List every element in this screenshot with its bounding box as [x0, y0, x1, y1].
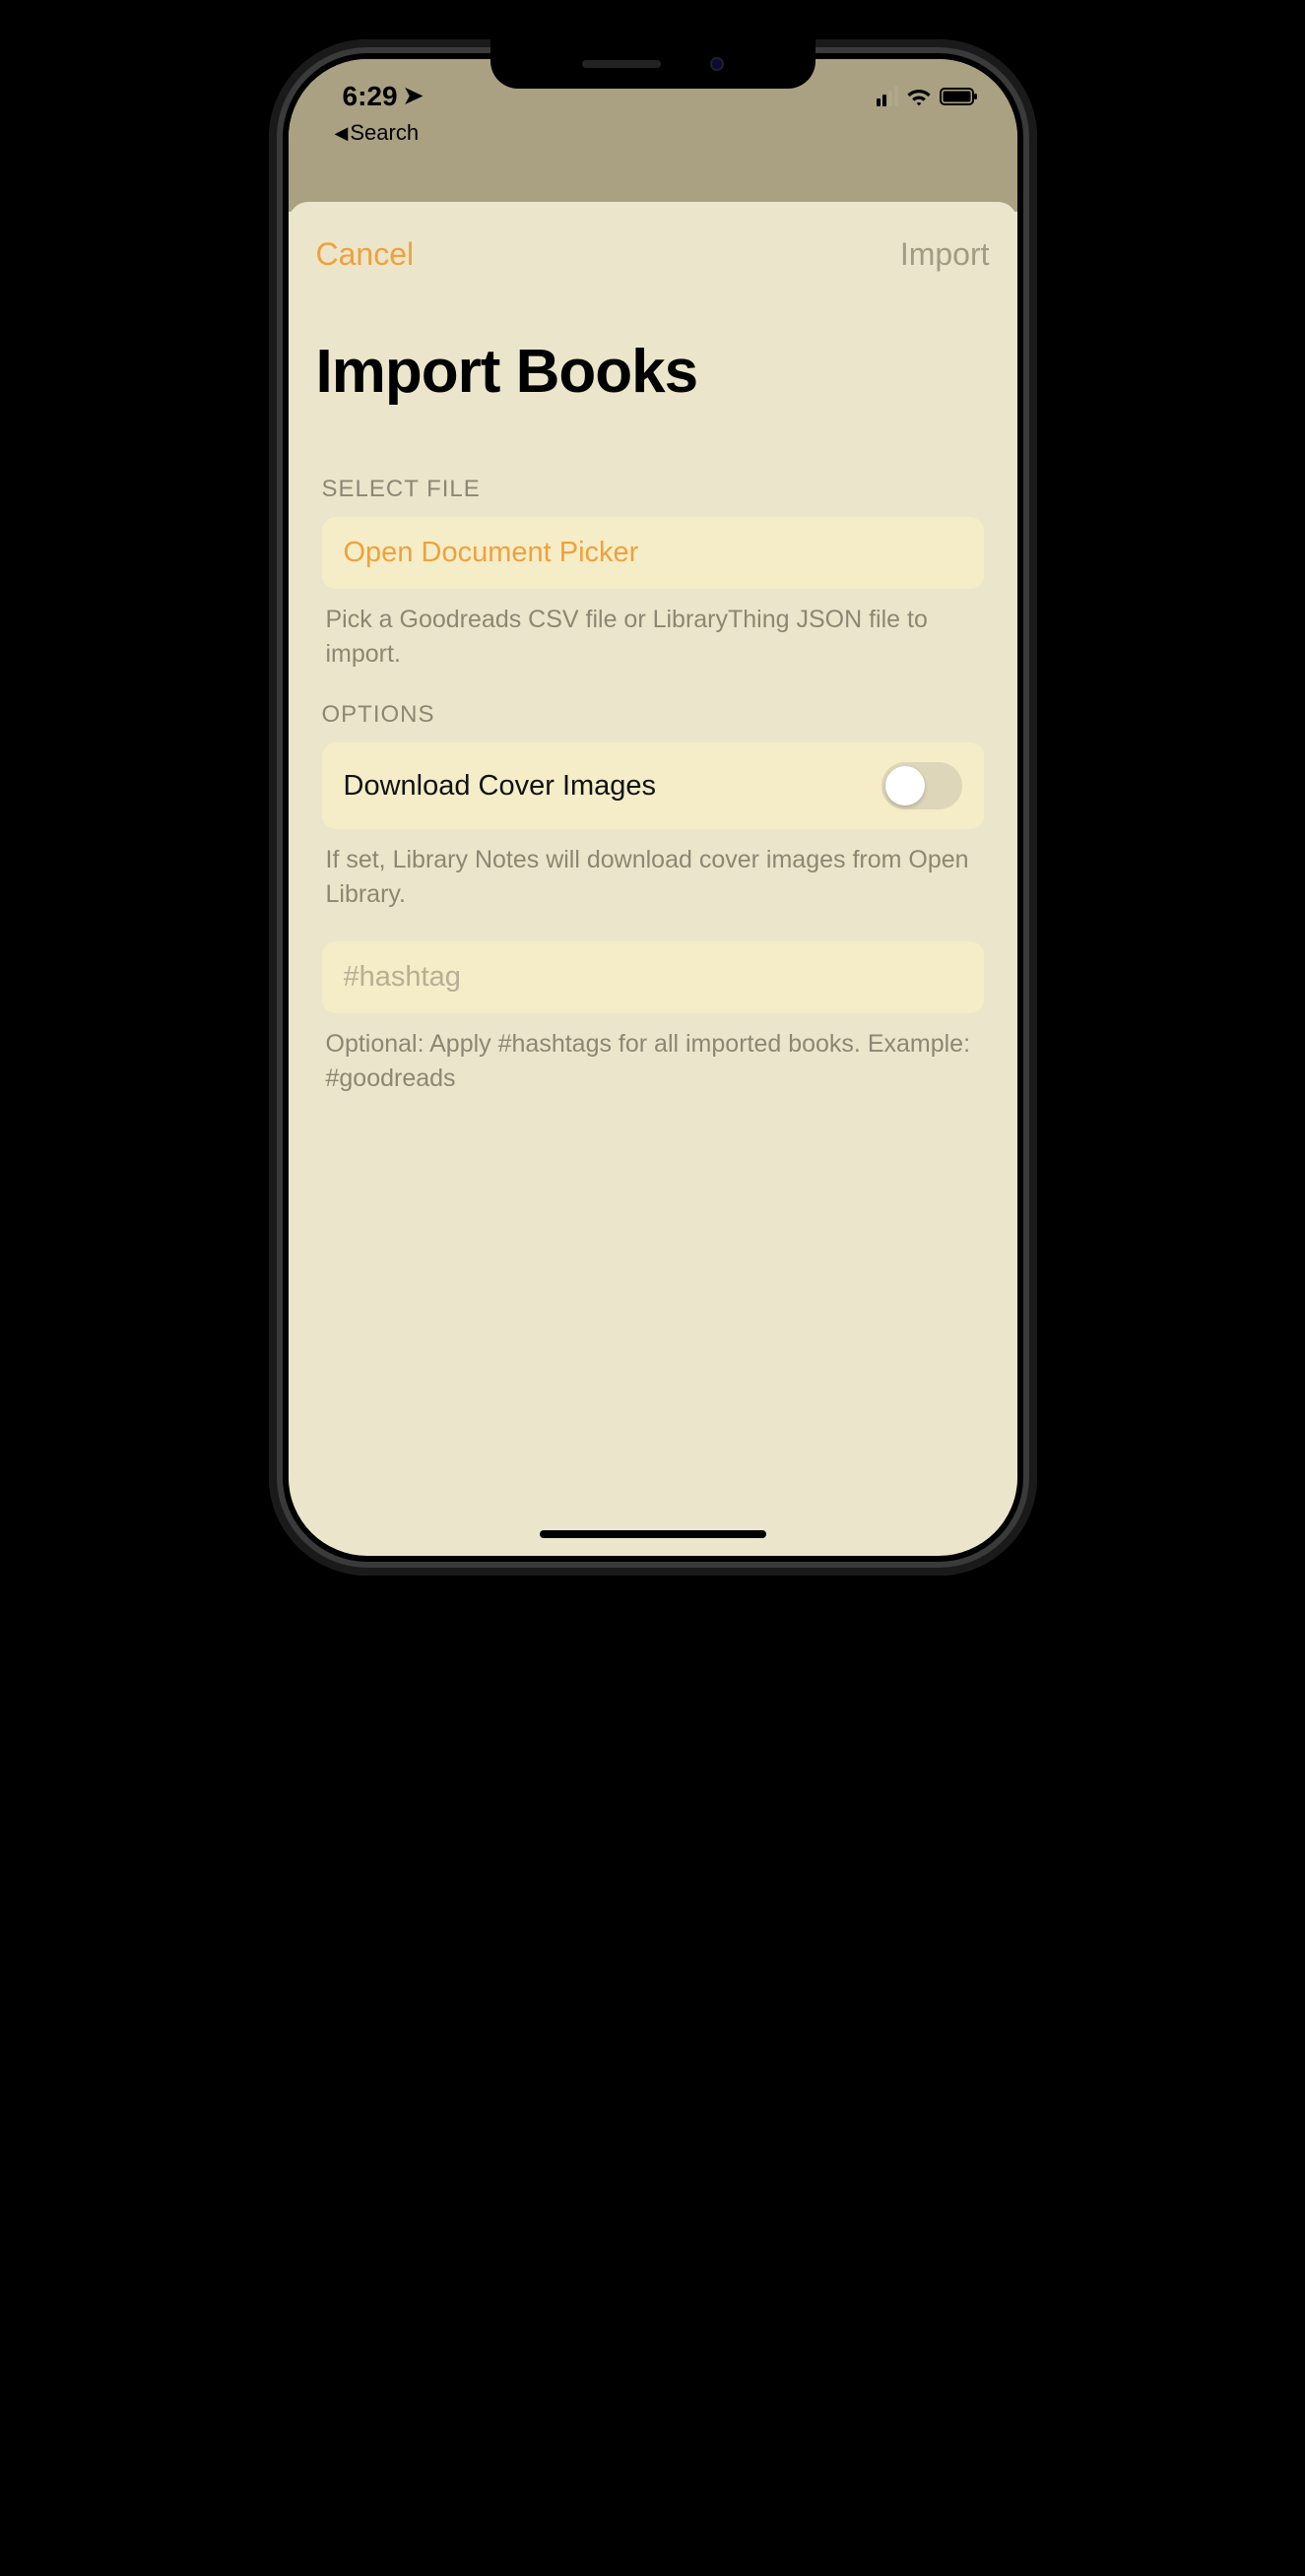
select-file-header: SELECT FILE [322, 476, 984, 503]
back-nav-label: Search [350, 120, 419, 146]
hashtag-cell [322, 941, 984, 1013]
options-section: OPTIONS Download Cover Images If set, Li… [294, 672, 1011, 912]
modal-nav-row: Cancel Import [294, 236, 1011, 302]
import-button[interactable]: Import [900, 236, 990, 273]
cellular-signal-icon [877, 87, 898, 106]
front-camera-icon [710, 57, 724, 71]
device-notch [490, 39, 816, 89]
battery-icon [940, 87, 979, 106]
modal-sheet: Cancel Import Import Books SELECT FILE O… [289, 202, 1017, 1546]
options-header: OPTIONS [322, 701, 984, 729]
home-indicator[interactable] [540, 1530, 766, 1538]
cancel-button[interactable]: Cancel [316, 236, 415, 273]
back-chevron-icon: ◀ [335, 123, 349, 144]
wifi-icon [906, 87, 932, 106]
device-frame: 6:29 ➤ ◀ Search Cancel Import [269, 39, 1037, 1576]
open-document-picker-label: Open Document Picker [344, 537, 639, 569]
status-right [877, 87, 983, 106]
select-file-section: SELECT FILE Open Document Picker Pick a … [294, 446, 1011, 672]
screen: 6:29 ➤ ◀ Search Cancel Import [289, 59, 1017, 1556]
hashtag-input[interactable] [344, 961, 962, 994]
hashtag-section: Optional: Apply #hashtags for all import… [294, 912, 1011, 1096]
speaker-grille [582, 60, 661, 68]
download-covers-label: Download Cover Images [344, 770, 657, 803]
back-to-search-nav[interactable]: ◀ Search [323, 120, 983, 146]
status-left: 6:29 ➤ [323, 81, 424, 112]
open-document-picker-button[interactable]: Open Document Picker [322, 517, 984, 589]
select-file-hint: Pick a Goodreads CSV file or LibraryThin… [322, 589, 984, 672]
toggle-knob [885, 766, 925, 805]
download-covers-toggle[interactable] [881, 762, 962, 809]
download-covers-hint: If set, Library Notes will download cove… [322, 829, 984, 912]
hashtag-hint: Optional: Apply #hashtags for all import… [322, 1013, 984, 1096]
location-arrow-icon: ➤ [404, 82, 424, 110]
page-title: Import Books [294, 302, 1011, 446]
status-time: 6:29 [343, 81, 398, 112]
download-covers-row: Download Cover Images [322, 742, 984, 829]
